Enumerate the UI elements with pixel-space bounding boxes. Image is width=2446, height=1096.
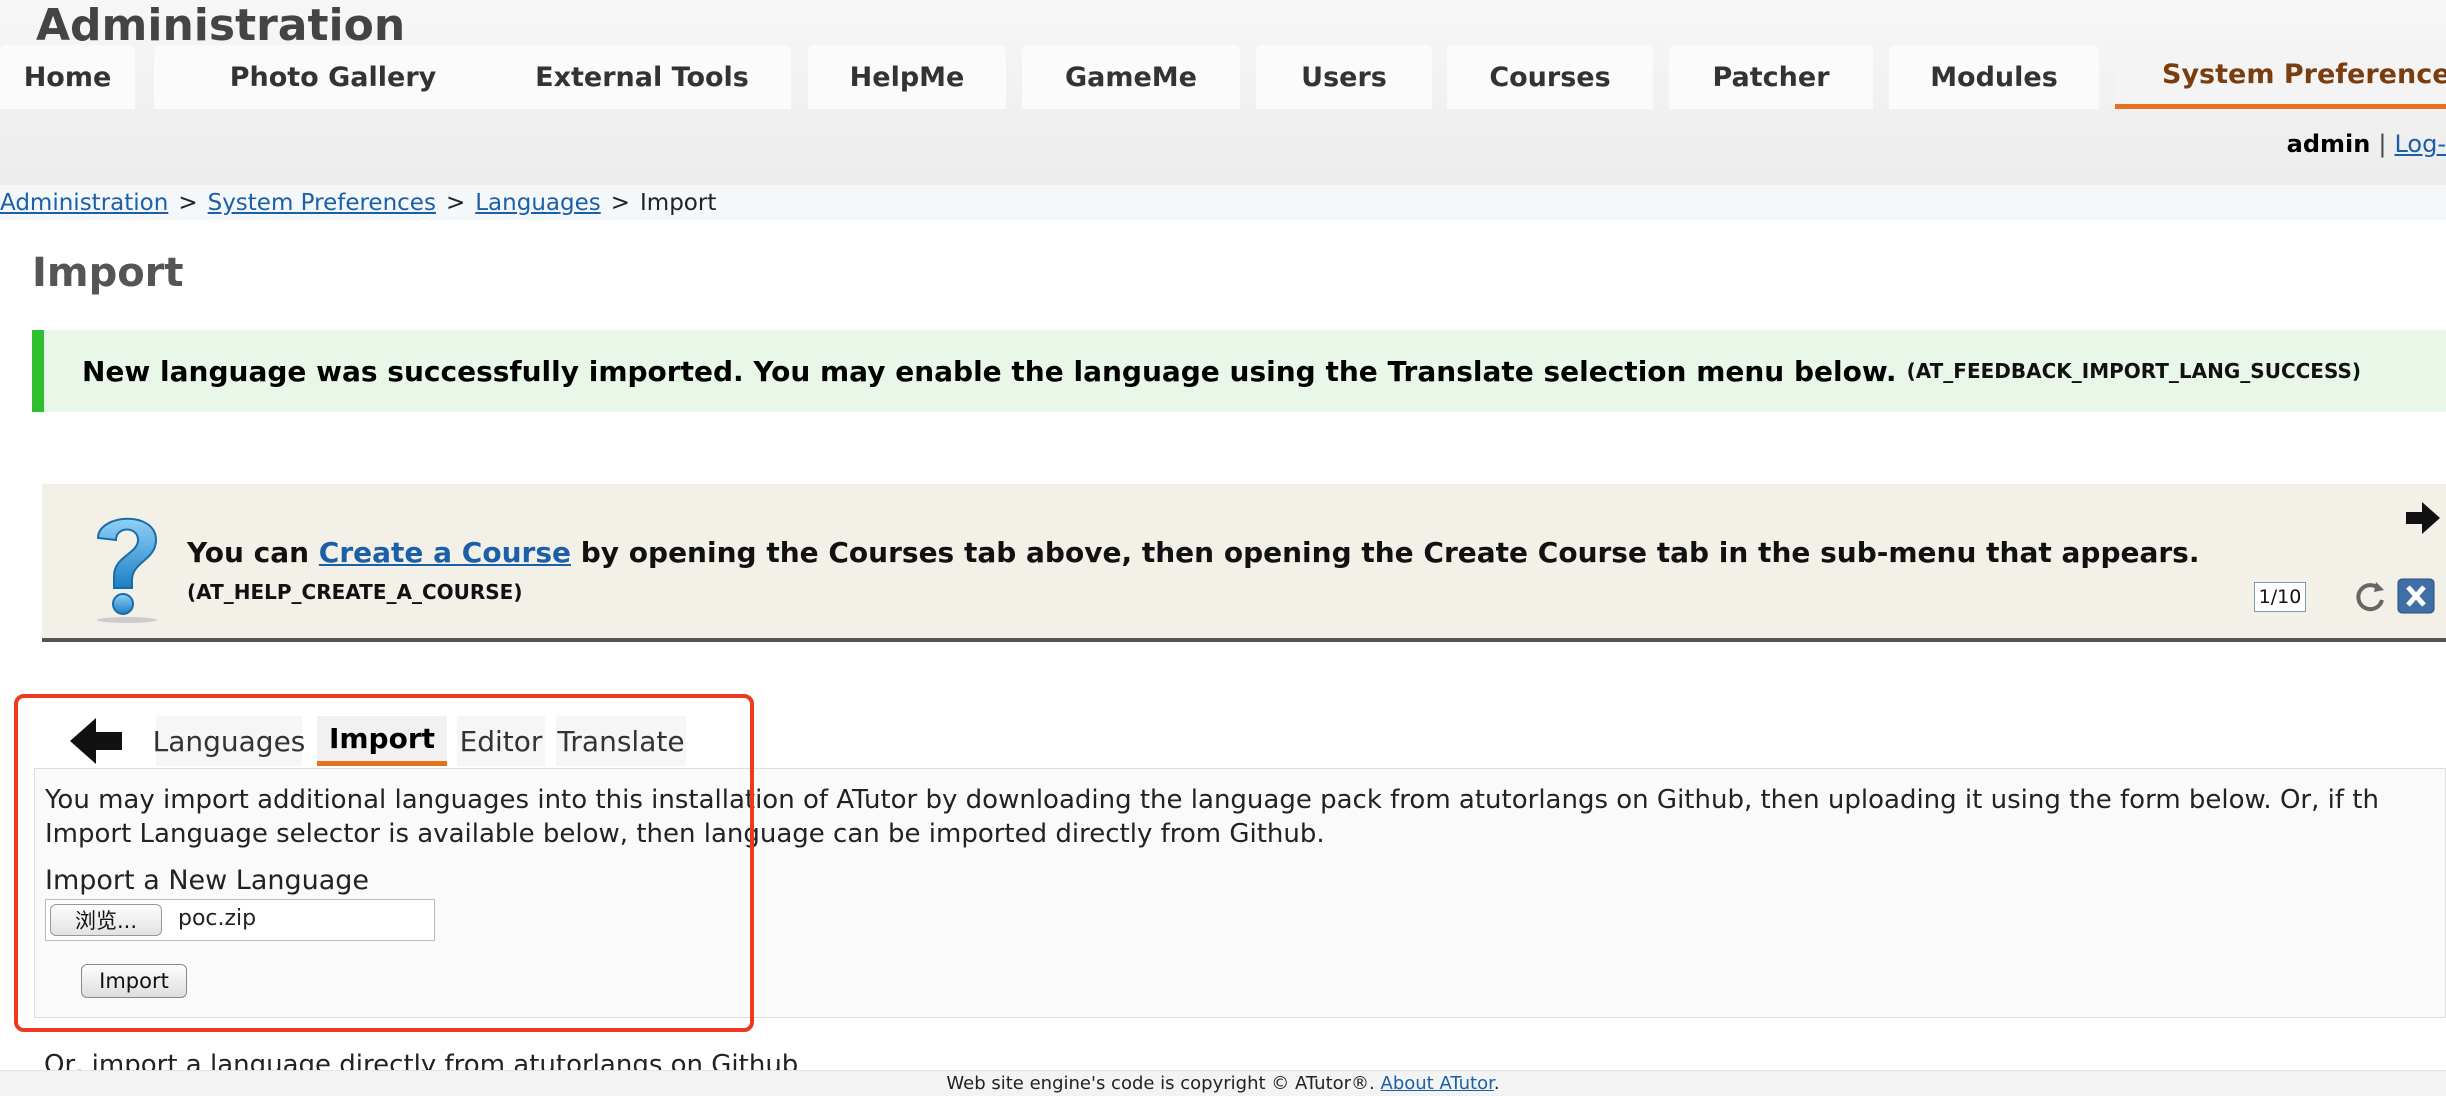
breadcrumb-system-preferences[interactable]: System Preferences (208, 190, 436, 216)
nav-tab-courses[interactable]: Courses (1447, 45, 1653, 109)
site-title: Administration (36, 0, 406, 51)
annotation-highlight-box (14, 694, 754, 1032)
create-course-link[interactable]: Create a Course (319, 536, 571, 569)
help-box: You can Create a Course by opening the C… (42, 484, 2446, 642)
breadcrumb-languages[interactable]: Languages (475, 190, 601, 216)
nav-tab-photo-gallery[interactable]: Photo Gallery (154, 45, 512, 109)
about-atutor-link[interactable]: About ATutor (1381, 1073, 1494, 1094)
breadcrumb-separator: > (610, 189, 631, 216)
page-title: Import (32, 250, 184, 296)
breadcrumb: Administration > System Preferences > La… (0, 185, 2446, 220)
footer-end: . (1493, 1073, 1500, 1094)
user-separator: | (2378, 130, 2387, 158)
nav-tab-modules[interactable]: Modules (1889, 45, 2099, 109)
feedback-success: New language was successfully imported. … (32, 330, 2446, 412)
header: Administration Home Photo Gallery Extern… (0, 0, 2446, 185)
help-counter: 1/10 (2254, 582, 2306, 612)
feedback-code: (AT_FEEDBACK_IMPORT_LANG_SUCCESS) (1906, 359, 2362, 383)
nav-tab-users[interactable]: Users (1256, 45, 1432, 109)
footer-copyright: Web site engine's code is copyright © AT… (946, 1073, 1375, 1094)
footer: Web site engine's code is copyright © AT… (0, 1070, 2446, 1096)
nav-tab-home[interactable]: Home (0, 45, 135, 109)
nav-tab-external-tools[interactable]: External Tools (493, 45, 791, 109)
breadcrumb-separator: > (178, 189, 198, 216)
close-icon[interactable] (2397, 578, 2435, 614)
next-arrow-icon[interactable] (2402, 498, 2442, 538)
feedback-message: New language was successfully imported. … (82, 354, 1897, 388)
question-icon (96, 517, 158, 623)
help-message: You can Create a Course by opening the C… (187, 536, 2199, 569)
help-code: (AT_HELP_CREATE_A_COURSE) (187, 580, 523, 604)
logout-link[interactable]: Log- (2394, 130, 2446, 158)
nav-tab-gameme[interactable]: GameMe (1022, 45, 1240, 109)
user-bar: admin | Log- (2287, 130, 2446, 158)
help-text-before: You can (187, 536, 319, 569)
breadcrumb-administration[interactable]: Administration (0, 190, 168, 216)
help-text-after: by opening the Courses tab above, then o… (571, 536, 2200, 569)
nav-tab-system-preferences[interactable]: System Preferences (2115, 45, 2446, 109)
breadcrumb-current: Import (640, 189, 717, 216)
username: admin (2286, 130, 2371, 158)
nav-tab-helpme[interactable]: HelpMe (808, 45, 1006, 109)
refresh-icon[interactable] (2352, 578, 2388, 614)
breadcrumb-separator: > (445, 189, 466, 216)
nav-tab-patcher[interactable]: Patcher (1669, 45, 1873, 109)
